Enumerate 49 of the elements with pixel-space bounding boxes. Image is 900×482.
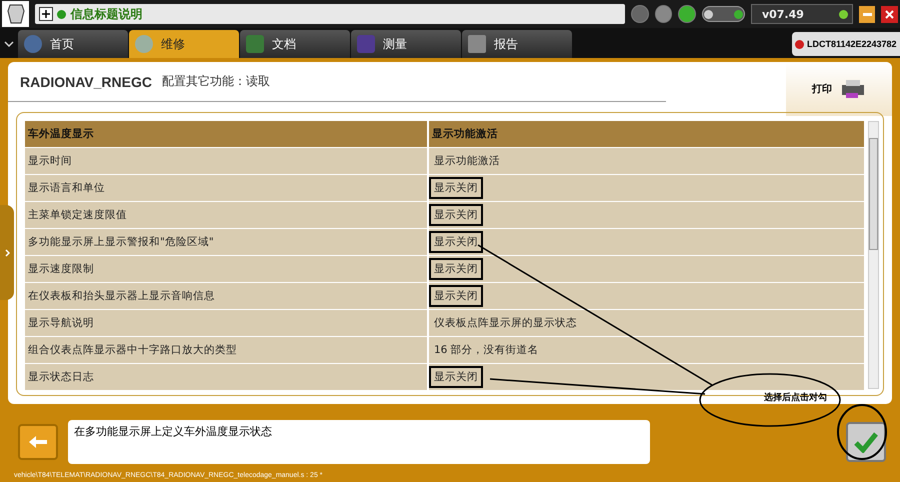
table-cell[interactable]: 显示速度限制 bbox=[25, 256, 427, 282]
table-cell[interactable]: 16 部分，没有街道名 bbox=[429, 337, 864, 363]
annotation-circle bbox=[837, 404, 887, 460]
back-button[interactable] bbox=[18, 424, 58, 460]
plus-icon[interactable] bbox=[39, 7, 54, 21]
description-box: 在多功能显示屏上定义车外温度显示状态 bbox=[68, 420, 650, 464]
print-button[interactable]: 打印 bbox=[786, 62, 892, 116]
column-header: 车外温度显示 bbox=[25, 121, 427, 147]
table-cell[interactable]: 仪表板点阵显示屏的显示状态 bbox=[429, 310, 864, 336]
minimize-button[interactable] bbox=[858, 6, 876, 22]
close-icon bbox=[885, 10, 894, 18]
panel-title: RADIONAV_RNEGC bbox=[20, 74, 152, 90]
nav-tab[interactable]: 测量 bbox=[351, 30, 461, 58]
left-arrow-icon bbox=[28, 435, 48, 449]
check-icon bbox=[854, 431, 878, 453]
window-title: 信息标题说明 bbox=[70, 6, 142, 22]
chevron-right-icon bbox=[4, 248, 10, 256]
nav-tab[interactable]: 首页 bbox=[18, 30, 128, 58]
table-cell[interactable]: 主菜单锁定速度限值 bbox=[25, 202, 427, 228]
table-cell[interactable]: 显示关闭 bbox=[429, 364, 864, 390]
confirm-button[interactable] bbox=[846, 422, 886, 462]
signal-strength-icon bbox=[702, 6, 745, 22]
table-cell[interactable]: 显示功能激活 bbox=[429, 148, 864, 174]
table-cell[interactable]: 显示导航说明 bbox=[25, 310, 427, 336]
vehicle-id-button[interactable]: LDCT81142E2243782 bbox=[792, 32, 900, 56]
table-cell[interactable]: 多功能显示屏上显示警报和"危险区域" bbox=[25, 229, 427, 255]
printer-icon bbox=[840, 79, 866, 99]
scrollbar[interactable] bbox=[868, 121, 879, 389]
nav-tab[interactable]: 文档 bbox=[240, 30, 350, 58]
table-cell[interactable]: 在仪表板和抬头显示器上显示音响信息 bbox=[25, 283, 427, 309]
annotation-note: 选择后点击对勾 bbox=[764, 391, 827, 404]
table-cell[interactable]: 显示关闭 bbox=[429, 229, 864, 255]
table-cell[interactable]: 显示关闭 bbox=[429, 202, 864, 228]
table-cell[interactable]: 显示状态日志 bbox=[25, 364, 427, 390]
nav-tab[interactable]: 报告 bbox=[462, 30, 572, 58]
info-dot-icon bbox=[57, 10, 66, 18]
table-cell[interactable]: 显示语言和单位 bbox=[25, 175, 427, 201]
table-cell[interactable]: 显示关闭 bbox=[429, 175, 864, 201]
table-cell[interactable]: 显示关闭 bbox=[429, 283, 864, 309]
minimize-icon bbox=[862, 12, 872, 16]
table-cell[interactable]: 组合仪表点阵显示器中十字路口放大的类型 bbox=[25, 337, 427, 363]
side-handle[interactable] bbox=[0, 205, 14, 300]
table-cell[interactable]: 显示关闭 bbox=[429, 256, 864, 282]
version-field: v07.49 bbox=[750, 4, 853, 24]
table-cell[interactable]: 显示时间 bbox=[25, 148, 427, 174]
nav-tab[interactable]: 维修 bbox=[129, 30, 239, 58]
close-button[interactable] bbox=[881, 6, 898, 22]
column-header: 显示功能激活 bbox=[429, 121, 864, 147]
panel-subtitle: 配置其它功能：读取 bbox=[162, 73, 270, 90]
